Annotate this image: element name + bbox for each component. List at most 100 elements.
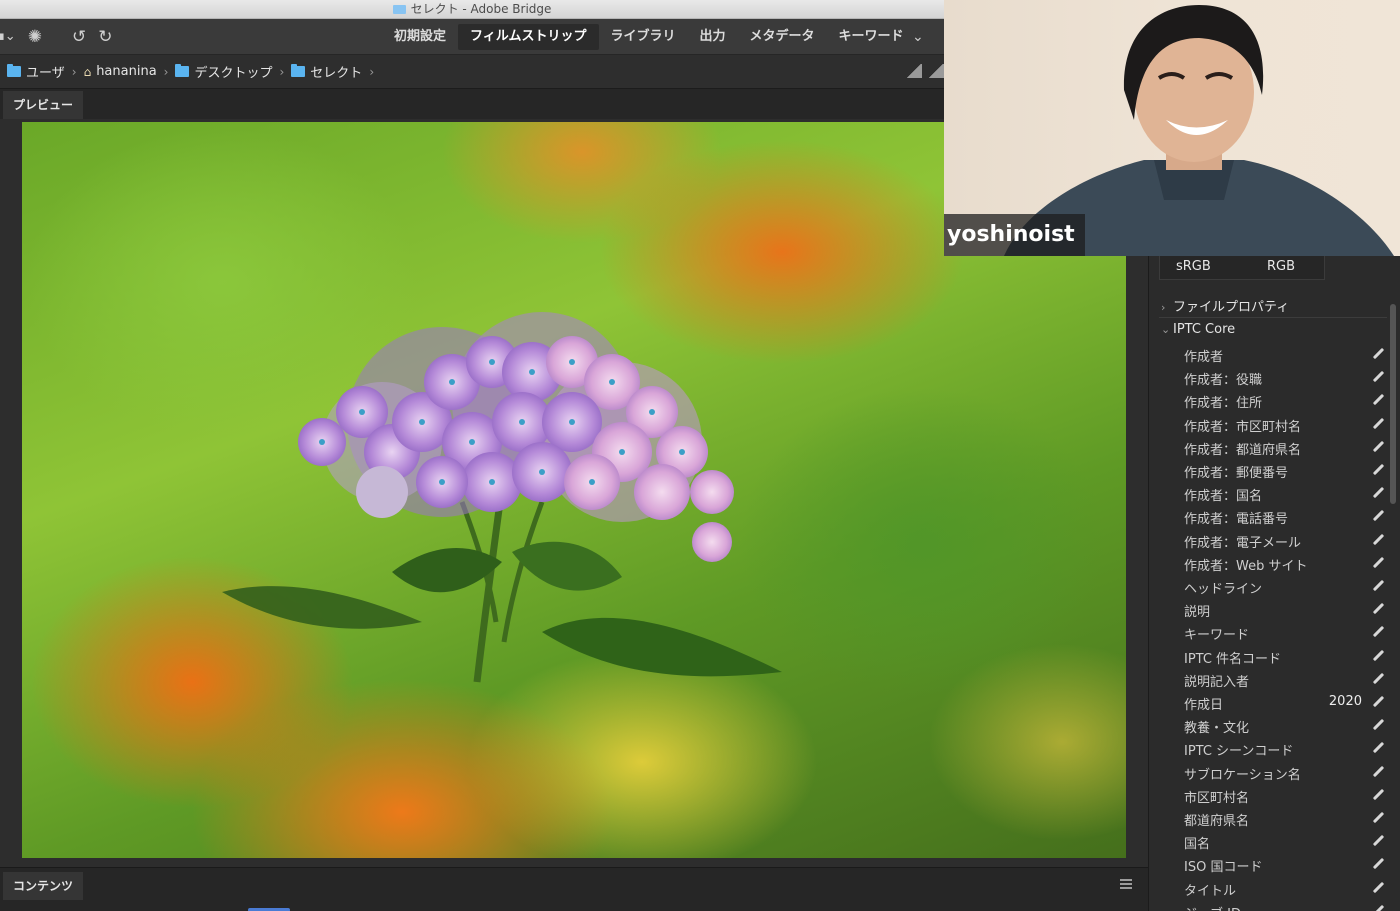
workspace-tab[interactable]: メタデータ	[738, 24, 827, 50]
metadata-field-label: 作成者：都道府県名	[1184, 442, 1302, 458]
pencil-icon[interactable]	[1372, 650, 1384, 662]
section-file-properties-label: ファイルプロパティ	[1173, 300, 1290, 315]
breadcrumb-item[interactable]: セレクト	[291, 62, 362, 81]
metadata-field-label: 作成者：国名	[1184, 489, 1263, 505]
pencil-icon[interactable]	[1372, 905, 1384, 911]
app-menu-chevron-icon[interactable]: ▪⌄	[0, 19, 16, 55]
pencil-icon[interactable]	[1372, 812, 1384, 824]
metadata-field-row[interactable]: IPTC シーンコード	[1184, 740, 1384, 763]
workspace-tab[interactable]: フィルムストリップ	[458, 24, 599, 50]
metadata-field-row[interactable]: 作成者：Web サイト	[1184, 555, 1384, 578]
metadata-field-label: 作成日	[1184, 698, 1224, 713]
panel-menu-icon[interactable]	[1120, 879, 1132, 889]
metadata-field-row[interactable]: キーワード	[1184, 624, 1384, 647]
pencil-icon[interactable]	[1372, 441, 1384, 453]
pencil-icon[interactable]	[1372, 464, 1384, 476]
metadata-field-row[interactable]: 作成者：役職	[1184, 369, 1384, 392]
metadata-field-row[interactable]: タイトル	[1184, 880, 1384, 903]
tab-contents[interactable]: コンテンツ	[3, 872, 84, 900]
breadcrumb-label: デスクトップ	[194, 66, 273, 81]
tab-preview[interactable]: プレビュー	[3, 91, 84, 119]
breadcrumb-item[interactable]: デスクトップ	[175, 62, 272, 81]
metadata-field-row[interactable]: 作成日 2020	[1184, 694, 1384, 717]
pencil-icon[interactable]	[1372, 394, 1384, 406]
section-iptc-core-label: IPTC Core	[1173, 322, 1236, 337]
metadata-field-label: IPTC 件名コード	[1184, 651, 1282, 667]
metadata-field-row[interactable]: ISO 国コード	[1184, 856, 1384, 879]
metadata-field-row[interactable]: サブロケーション名	[1184, 764, 1384, 787]
pencil-icon[interactable]	[1372, 835, 1384, 847]
title-bar: セレクト - Adobe Bridge	[0, 0, 944, 19]
metadata-field-row[interactable]: ジョブ ID	[1184, 903, 1384, 911]
metadata-field-label: 作成者：電子メール	[1184, 535, 1302, 551]
pencil-icon[interactable]	[1372, 418, 1384, 430]
pencil-icon[interactable]	[1372, 858, 1384, 870]
chevron-right-icon: ›	[71, 64, 77, 79]
metadata-field-row[interactable]: ヘッドライン	[1184, 578, 1384, 601]
metadata-field-row[interactable]: 作成者：電子メール	[1184, 532, 1384, 555]
pencil-icon[interactable]	[1372, 487, 1384, 499]
breadcrumb-label: hananina	[96, 64, 157, 79]
pencil-icon[interactable]	[1372, 348, 1384, 360]
metadata-field-row[interactable]: 作成者：住所	[1184, 392, 1384, 415]
pencil-icon[interactable]	[1372, 626, 1384, 638]
pencil-icon[interactable]	[1372, 510, 1384, 522]
metadata-field-label: 市区町村名	[1184, 790, 1250, 806]
contents-panel-header: コンテンツ	[0, 867, 1148, 911]
metadata-field-row[interactable]: 市区町村名	[1184, 787, 1384, 810]
metadata-field-row[interactable]: 作成者	[1184, 346, 1384, 369]
folder-icon	[392, 5, 406, 14]
breadcrumb-item[interactable]: ⌂ hananina	[84, 64, 157, 79]
sort-icon[interactable]	[906, 64, 922, 78]
workspace-tab[interactable]: キーワード	[827, 24, 916, 50]
metadata-field-label: 説明	[1184, 605, 1211, 621]
workspace-tab[interactable]: 初期設定	[382, 24, 458, 50]
pencil-icon[interactable]	[1372, 673, 1384, 685]
pencil-icon[interactable]	[1372, 603, 1384, 615]
workspace-tab[interactable]: 出力	[688, 24, 738, 50]
section-iptc-core[interactable]: ⌄ IPTC Core	[1161, 322, 1235, 337]
metadata-field-label: 作成者：Web サイト	[1184, 558, 1308, 574]
metadata-field-row[interactable]: 作成者：電話番号	[1184, 508, 1384, 531]
pencil-icon[interactable]	[1372, 557, 1384, 569]
color-info-row: sRGB RGB	[1159, 256, 1325, 280]
pencil-icon[interactable]	[1372, 580, 1384, 592]
pencil-icon[interactable]	[1372, 719, 1384, 731]
pencil-icon[interactable]	[1372, 766, 1384, 778]
metadata-field-row[interactable]: IPTC 件名コード	[1184, 648, 1384, 671]
folder-icon	[291, 64, 306, 77]
metadata-field-row[interactable]: 作成者：市区町村名	[1184, 416, 1384, 439]
metadata-field-row[interactable]: 説明記入者	[1184, 671, 1384, 694]
metadata-field-row[interactable]: 都道府県名	[1184, 810, 1384, 833]
metadata-field-row[interactable]: 作成者：国名	[1184, 485, 1384, 508]
metadata-field-row[interactable]: 説明	[1184, 601, 1384, 624]
rotate-left-icon[interactable]: ↺	[72, 19, 86, 55]
pencil-icon[interactable]	[1372, 742, 1384, 754]
metadata-field-label: サブロケーション名	[1184, 767, 1301, 783]
metadata-field-label: 作成者：役職	[1184, 373, 1263, 389]
metadata-field-row[interactable]: 作成者：郵便番号	[1184, 462, 1384, 485]
workspace-more-chevron-icon[interactable]: ⌄	[912, 19, 924, 55]
pencil-icon[interactable]	[1372, 696, 1384, 708]
metadata-scrollbar[interactable]	[1390, 304, 1396, 504]
sync-icon[interactable]: ✺	[28, 19, 42, 55]
metadata-field-row[interactable]: 国名	[1184, 833, 1384, 856]
pencil-icon[interactable]	[1372, 371, 1384, 383]
metadata-field-row[interactable]: 作成者：都道府県名	[1184, 439, 1384, 462]
toolbar: ▪⌄ ✺ ↺ ↻ 初期設定 フィルムストリップ ライブラリ 出力 メタデータ キーワード …	[0, 19, 944, 55]
metadata-field-row[interactable]: 教養・文化	[1184, 717, 1384, 740]
chevron-right-icon: ›	[1161, 301, 1166, 314]
section-file-properties[interactable]: › ファイルプロパティ	[1161, 296, 1289, 315]
pencil-icon[interactable]	[1372, 789, 1384, 801]
breadcrumb-item[interactable]: ユーザ	[7, 62, 65, 81]
metadata-field-label: 作成者：市区町村名	[1184, 419, 1302, 435]
participant-name-tag: yoshinoist	[944, 214, 1085, 256]
rotate-right-icon[interactable]: ↻	[98, 19, 112, 55]
metadata-field-label: 作成者：電話番号	[1184, 512, 1289, 528]
metadata-field-value[interactable]: 2020	[1329, 694, 1362, 709]
pencil-icon[interactable]	[1372, 534, 1384, 546]
workspace-tab[interactable]: ライブラリ	[599, 24, 688, 50]
view-options-icon[interactable]	[928, 64, 944, 78]
breadcrumb-label: ユーザ	[26, 66, 65, 81]
pencil-icon[interactable]	[1372, 882, 1384, 894]
